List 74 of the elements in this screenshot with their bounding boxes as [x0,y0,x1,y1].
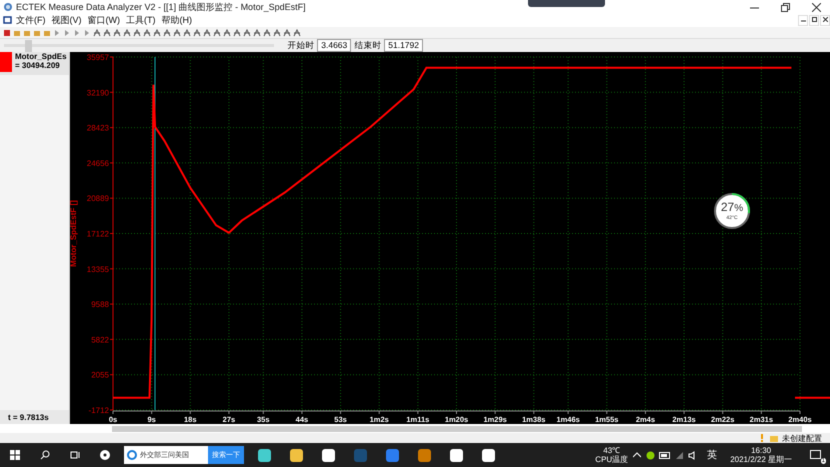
warning-icon [758,434,766,442]
y-tick-label: 5822 [91,336,109,345]
tool-icon[interactable] [233,28,241,37]
tool-icon[interactable] [253,28,261,37]
app-icon [3,2,13,12]
horizontal-scrollbar[interactable] [0,424,830,434]
menu-item[interactable]: 窗口(W) [84,14,123,28]
tool-icon[interactable] [263,28,271,37]
start-time-label: 开始时 [287,40,314,52]
input-method[interactable]: 英 [707,448,718,462]
tool-icon[interactable] [223,28,231,37]
tool-icon[interactable] [103,28,111,37]
tool-icon[interactable] [243,28,251,37]
tool-icon[interactable] [123,28,131,37]
wifi-icon[interactable] [675,450,684,460]
menu-item[interactable]: 文件(F) [13,14,48,28]
tool-icon[interactable] [93,28,101,37]
tool-icon[interactable] [293,28,301,37]
tool-icon[interactable] [173,28,181,37]
tool-icon[interactable] [153,28,161,37]
tool-icon[interactable] [163,28,171,37]
menu-item[interactable]: 视图(V) [48,14,84,28]
close-icon [812,2,820,12]
y-tick-label: 35957 [86,53,109,62]
legend-item[interactable]: Motor_SpdEs = 30494.209 [0,52,69,76]
window-title: ECTEK Measure Data Analyzer V2 - [[1] 曲线图形监控 - Motor_SpdEstF] [16,0,306,14]
cpu-temperature-indicator: 43℃ CPU温度 [595,446,628,464]
signal-value: = 30494.209 [15,61,60,70]
cursor-time: t = 9.7813s [0,410,69,424]
restore-icon [812,17,816,22]
close-icon [822,17,828,22]
y-tick-label: 20889 [86,194,109,204]
tool-icon[interactable] [273,28,281,37]
folder-icon [770,434,778,442]
tool-icon[interactable] [113,28,121,37]
end-time-field[interactable]: 51.1792 [384,39,423,52]
tool-icon[interactable] [283,28,291,37]
cpu-usage-gauge [713,192,751,230]
tool-icon[interactable] [183,28,191,37]
y-tick-label: 28423 [86,124,109,133]
slider-thumb[interactable] [25,40,32,52]
message-icon [810,450,820,460]
windows-logo-icon[interactable] [10,450,20,460]
window-icon [3,16,13,26]
tool-icon[interactable] [213,28,221,37]
start-time-field[interactable]: 3.4663 [317,39,352,52]
signal-name: Motor_SpdEs [15,52,67,62]
y-tick-label: 2055 [91,371,109,380]
clock[interactable]: 16:30 2021/2/22 星期一 [730,446,792,464]
chevron-icon[interactable] [633,452,642,458]
restore-icon [780,2,790,12]
signal-line [795,397,830,400]
y-axis-label: Motor_SpdEstF [] [70,200,78,268]
tool-icon[interactable] [203,28,211,37]
y-tick-label: 24656 [86,159,109,168]
y-tick-label: 9588 [91,300,109,310]
status-text: 未创建配置 [782,432,822,444]
close-button[interactable] [820,15,830,26]
y-tick-label: 32190 [86,88,109,98]
browser-icon [127,450,137,460]
tool-icon[interactable] [133,28,141,37]
y-tick-label: -1712 [88,406,109,416]
menu-item[interactable]: 帮助(H) [158,14,195,28]
tray-icon[interactable] [646,450,656,460]
y-tick-label: 17122 [86,230,109,239]
minimize-button[interactable] [798,15,808,26]
battery-icon[interactable] [659,452,672,459]
tool-icon[interactable] [143,28,151,37]
tool-icon[interactable] [193,28,201,37]
y-tick-label: 13355 [86,265,109,274]
end-time-label: 结束时 [354,40,382,52]
cpu-percent: 27% [720,201,744,216]
restore-button[interactable] [809,15,819,26]
menu-item[interactable]: 工具(T) [123,14,158,28]
